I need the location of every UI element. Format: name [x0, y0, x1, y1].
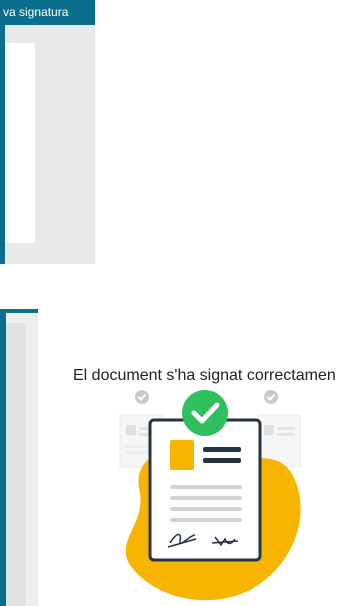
success-message: El document s'ha signat correctamen: [73, 367, 336, 384]
check-circle-icon: [135, 390, 149, 404]
background-window: [0, 309, 38, 606]
dialog-title: va signatura: [3, 5, 69, 19]
signed-document: [148, 418, 262, 562]
background-window-panel: [6, 323, 26, 606]
check-circle-icon: [264, 390, 278, 404]
signed-document-illustration: [119, 390, 301, 601]
dialog-titlebar: va signatura: [0, 0, 95, 25]
signature-dialog: va signatura: [0, 0, 95, 264]
check-circle-icon: [182, 390, 228, 436]
dialog-content-panel: [5, 43, 35, 243]
